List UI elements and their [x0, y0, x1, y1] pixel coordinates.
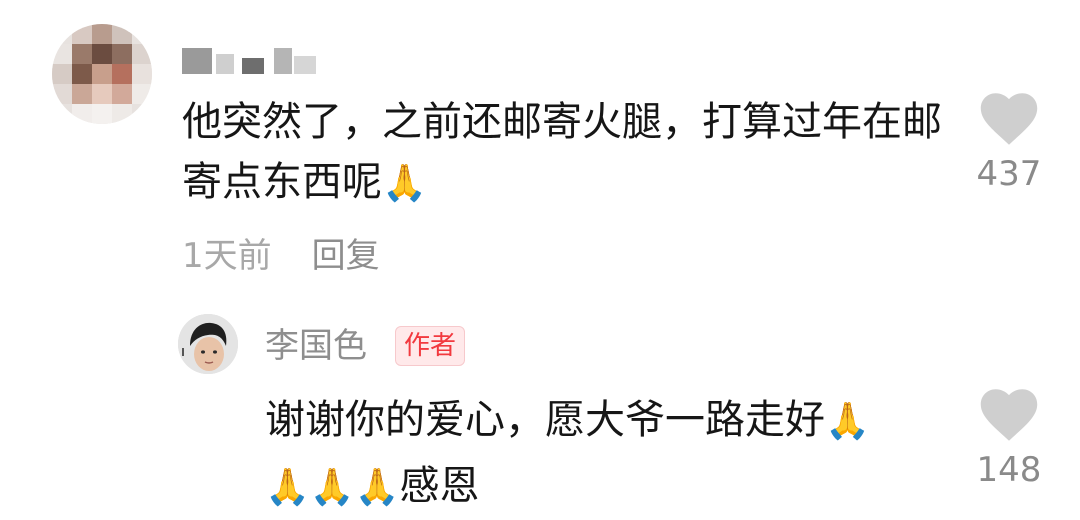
comment-meta: 1天前 回复	[182, 232, 380, 280]
pray-emoji: 🙏	[825, 401, 870, 442]
reply-suffix: 感恩	[399, 463, 480, 509]
commenter-name-redacted[interactable]	[182, 48, 322, 76]
reply-body: 谢谢你的爱心，愿大爷一路走好	[265, 397, 825, 443]
author-badge: 作者	[395, 326, 466, 366]
commenter-avatar[interactable]	[52, 24, 152, 124]
reply-text: 谢谢你的爱心，愿大爷一路走好🙏 🙏🙏🙏感恩	[265, 388, 965, 520]
reply-button[interactable]: 回复	[312, 236, 380, 276]
comment-text: 他突然了，之前还邮寄火腿，打算过年在邮寄点东西呢🙏	[182, 92, 942, 214]
heart-icon[interactable]	[979, 92, 1039, 146]
like-button[interactable]: 148	[975, 388, 1043, 490]
heart-icon[interactable]	[979, 388, 1039, 442]
pray-emoji: 🙏	[382, 163, 427, 204]
like-button[interactable]: 437	[975, 92, 1043, 194]
comment-body: 他突然了，之前还邮寄火腿，打算过年在邮寄点东西呢	[182, 99, 942, 205]
author-name[interactable]: 李国色	[265, 324, 367, 368]
author-avatar[interactable]	[178, 314, 238, 374]
pray-emoji-row: 🙏🙏🙏	[265, 467, 400, 508]
author-photo	[178, 314, 238, 374]
like-count: 437	[976, 154, 1042, 194]
like-count: 148	[976, 450, 1042, 490]
comment-time: 1天前	[182, 236, 272, 276]
